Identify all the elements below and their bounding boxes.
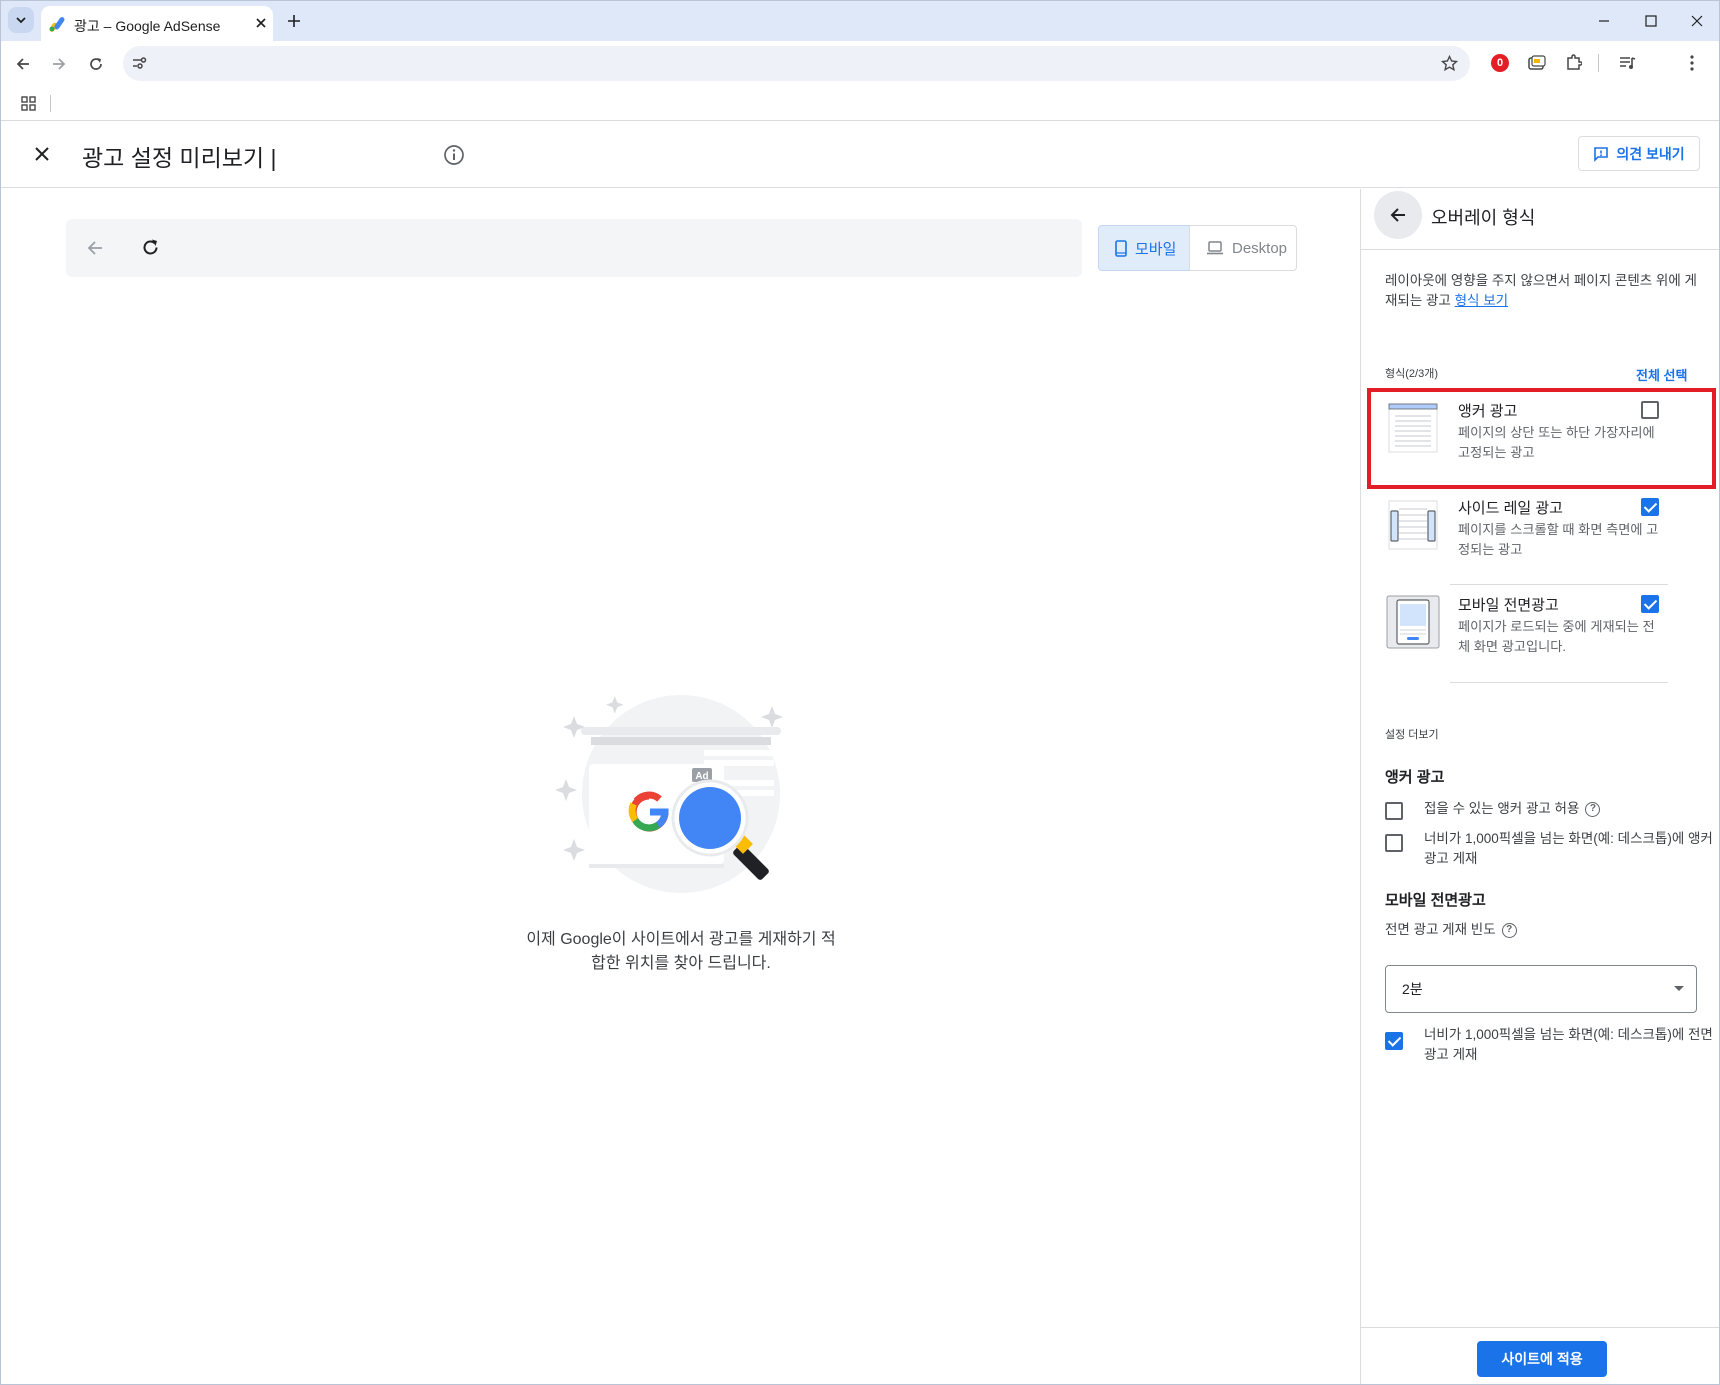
forward-arrow-icon[interactable] [51, 56, 67, 72]
tab-strip: 광고 – Google AdSense [1, 1, 1719, 41]
browser-tab[interactable]: 광고 – Google AdSense [41, 6, 273, 41]
bookmarks-bar [1, 87, 1719, 121]
browser-menu-icon[interactable] [1689, 55, 1695, 71]
caption-line-1: 이제 Google이 사이트에서 광고를 게재하기 적 [526, 931, 836, 948]
side-rail-ad-thumbnail [1388, 500, 1438, 550]
anchor-settings-heading: 앵커 광고 [1385, 769, 1445, 786]
send-feedback-button[interactable]: 의견 보내기 [1578, 136, 1700, 171]
settings-side-panel: 오버레이 형식 레이아웃에 영향을 주지 않으면서 페이지 콘텐츠 위에 게재되… [1360, 189, 1719, 1384]
format-title: 사이드 레일 광고 [1458, 500, 1563, 517]
format-divider [1450, 584, 1668, 585]
help-icon[interactable]: ? [1501, 922, 1517, 938]
adsense-logo-icon [49, 17, 65, 32]
device-desktop-button[interactable]: Desktop [1189, 225, 1297, 271]
frequency-label-text: 전면 광고 게재 빈도 [1385, 922, 1496, 937]
anchor-desktop-option: 너비가 1,000픽셀을 넘는 화면(예: 데스크톱)에 앵커 광고 게재 [1424, 831, 1713, 866]
close-window-icon[interactable] [1691, 15, 1703, 27]
bookmark-star-icon[interactable] [1441, 55, 1458, 72]
panel-title: 오버레이 형식 [1431, 208, 1536, 228]
laptop-icon [1207, 241, 1223, 255]
panel-description: 레이아웃에 영향을 주지 않으면서 페이지 콘텐츠 위에 게재되는 광고 형식 … [1385, 271, 1705, 311]
address-bar[interactable] [123, 46, 1470, 81]
help-icon[interactable]: ? [1585, 801, 1601, 817]
format-description: 페이지를 스크롤할 때 화면 측면에 고정되는 광고 [1458, 522, 1659, 557]
frequency-value: 2분 [1402, 981, 1423, 997]
panel-footer: 사이트에 적용 [1361, 1327, 1719, 1384]
view-formats-link[interactable]: 형식 보기 [1455, 293, 1508, 308]
close-icon[interactable] [34, 146, 50, 162]
device-mobile-label: 모바일 [1135, 240, 1177, 258]
vignette-desktop-checkbox[interactable] [1385, 1032, 1403, 1050]
minimize-icon[interactable] [1598, 15, 1610, 27]
feedback-icon [1594, 146, 1609, 162]
device-mobile-button[interactable]: 모바일 [1098, 225, 1190, 271]
close-tab-icon[interactable] [255, 17, 267, 29]
vignette-format-checkbox[interactable] [1641, 595, 1659, 613]
preview-nav-bar [66, 219, 1082, 277]
extensions-puzzle-icon[interactable] [1565, 54, 1582, 71]
extension-screenshot-icon[interactable] [1528, 55, 1546, 71]
apply-to-site-button[interactable]: 사이트에 적용 [1477, 1341, 1607, 1377]
tab-title: 광고 – Google AdSense [74, 18, 221, 34]
frequency-label: 전면 광고 게재 빈도? [1385, 920, 1675, 940]
vignette-settings-heading: 모바일 전면광고 [1385, 892, 1486, 909]
browser-window: 광고 – Google AdSense 0 광고 설정 미리보기 | 의견 보내… [0, 0, 1720, 1385]
option-label: 접을 수 있는 앵커 광고 허용 [1424, 801, 1580, 816]
collapsible-anchor-checkbox[interactable] [1385, 802, 1403, 820]
page-header: 광고 설정 미리보기 | 의견 보내기 [1, 122, 1719, 188]
adblock-extension-icon[interactable]: 0 [1491, 54, 1509, 72]
select-all-link[interactable]: 전체 선택 [1636, 365, 1687, 384]
panel-back-button[interactable] [1374, 191, 1422, 239]
back-arrow-icon [1390, 208, 1405, 222]
formats-count-label: 형식(2/3개) [1385, 368, 1438, 380]
tab-search-button[interactable] [8, 7, 34, 33]
vignette-desktop-option: 너비가 1,000픽셀을 넘는 화면(예: 데스크톱)에 전면 광고 게재 [1424, 1027, 1713, 1062]
bookmarks-divider [50, 95, 51, 112]
site-settings-icon[interactable] [131, 55, 148, 72]
format-description: 페이지가 로드되는 중에 게재되는 전체 화면 광고입니다. [1458, 619, 1655, 654]
smartphone-icon [1115, 239, 1127, 257]
new-tab-icon[interactable] [287, 14, 301, 28]
ad-search-illustration: Ad [555, 695, 783, 893]
preview-reload-icon[interactable] [141, 238, 160, 257]
preview-back-icon[interactable] [86, 239, 104, 257]
back-arrow-icon[interactable] [15, 56, 31, 72]
chevron-down-icon [16, 17, 26, 24]
preview-area: 모바일 Desktop Ad 이제 Google이 사이트에서 광고를 게재하기… [1, 189, 1360, 1384]
info-icon[interactable] [443, 144, 465, 166]
more-settings-label: 설정 더보기 [1385, 729, 1439, 741]
caption-line-2: 합한 위치를 찾아 드립니다. [591, 955, 771, 972]
format-item-vignette[interactable]: 모바일 전면광고 페이지가 로드되는 중에 게재되는 전체 화면 광고입니다. [1385, 586, 1698, 678]
reload-icon[interactable] [88, 56, 104, 72]
media-controls-icon[interactable] [1619, 55, 1637, 71]
description-text: 레이아웃에 영향을 주지 않으면서 페이지 콘텐츠 위에 게재되는 광고 [1385, 273, 1697, 308]
anchor-desktop-checkbox[interactable] [1385, 834, 1403, 852]
browser-toolbar: 0 [1, 41, 1719, 87]
page-title: 광고 설정 미리보기 | [82, 145, 277, 171]
apps-grid-icon[interactable] [21, 96, 36, 111]
format-divider [1450, 682, 1668, 683]
maximize-icon[interactable] [1645, 15, 1657, 27]
highlight-box [1367, 388, 1716, 489]
device-desktop-label: Desktop [1232, 239, 1288, 257]
vignette-ad-thumbnail [1386, 595, 1440, 649]
preview-caption: 이제 Google이 사이트에서 광고를 게재하기 적 합한 위치를 찾아 드립… [511, 928, 851, 976]
panel-header-divider [1361, 249, 1719, 250]
feedback-label: 의견 보내기 [1616, 145, 1685, 162]
toolbar-divider [1598, 54, 1599, 72]
format-title: 모바일 전면광고 [1458, 597, 1559, 614]
frequency-select[interactable]: 2분 [1385, 965, 1697, 1013]
format-item-side-rail[interactable]: 사이드 레일 광고 페이지를 스크롤할 때 화면 측면에 고정되는 광고 [1385, 489, 1698, 581]
side-rail-format-checkbox[interactable] [1641, 498, 1659, 516]
collapsible-anchor-option: 접을 수 있는 앵커 광고 허용? [1424, 799, 1714, 819]
dropdown-caret-icon [1674, 986, 1684, 991]
